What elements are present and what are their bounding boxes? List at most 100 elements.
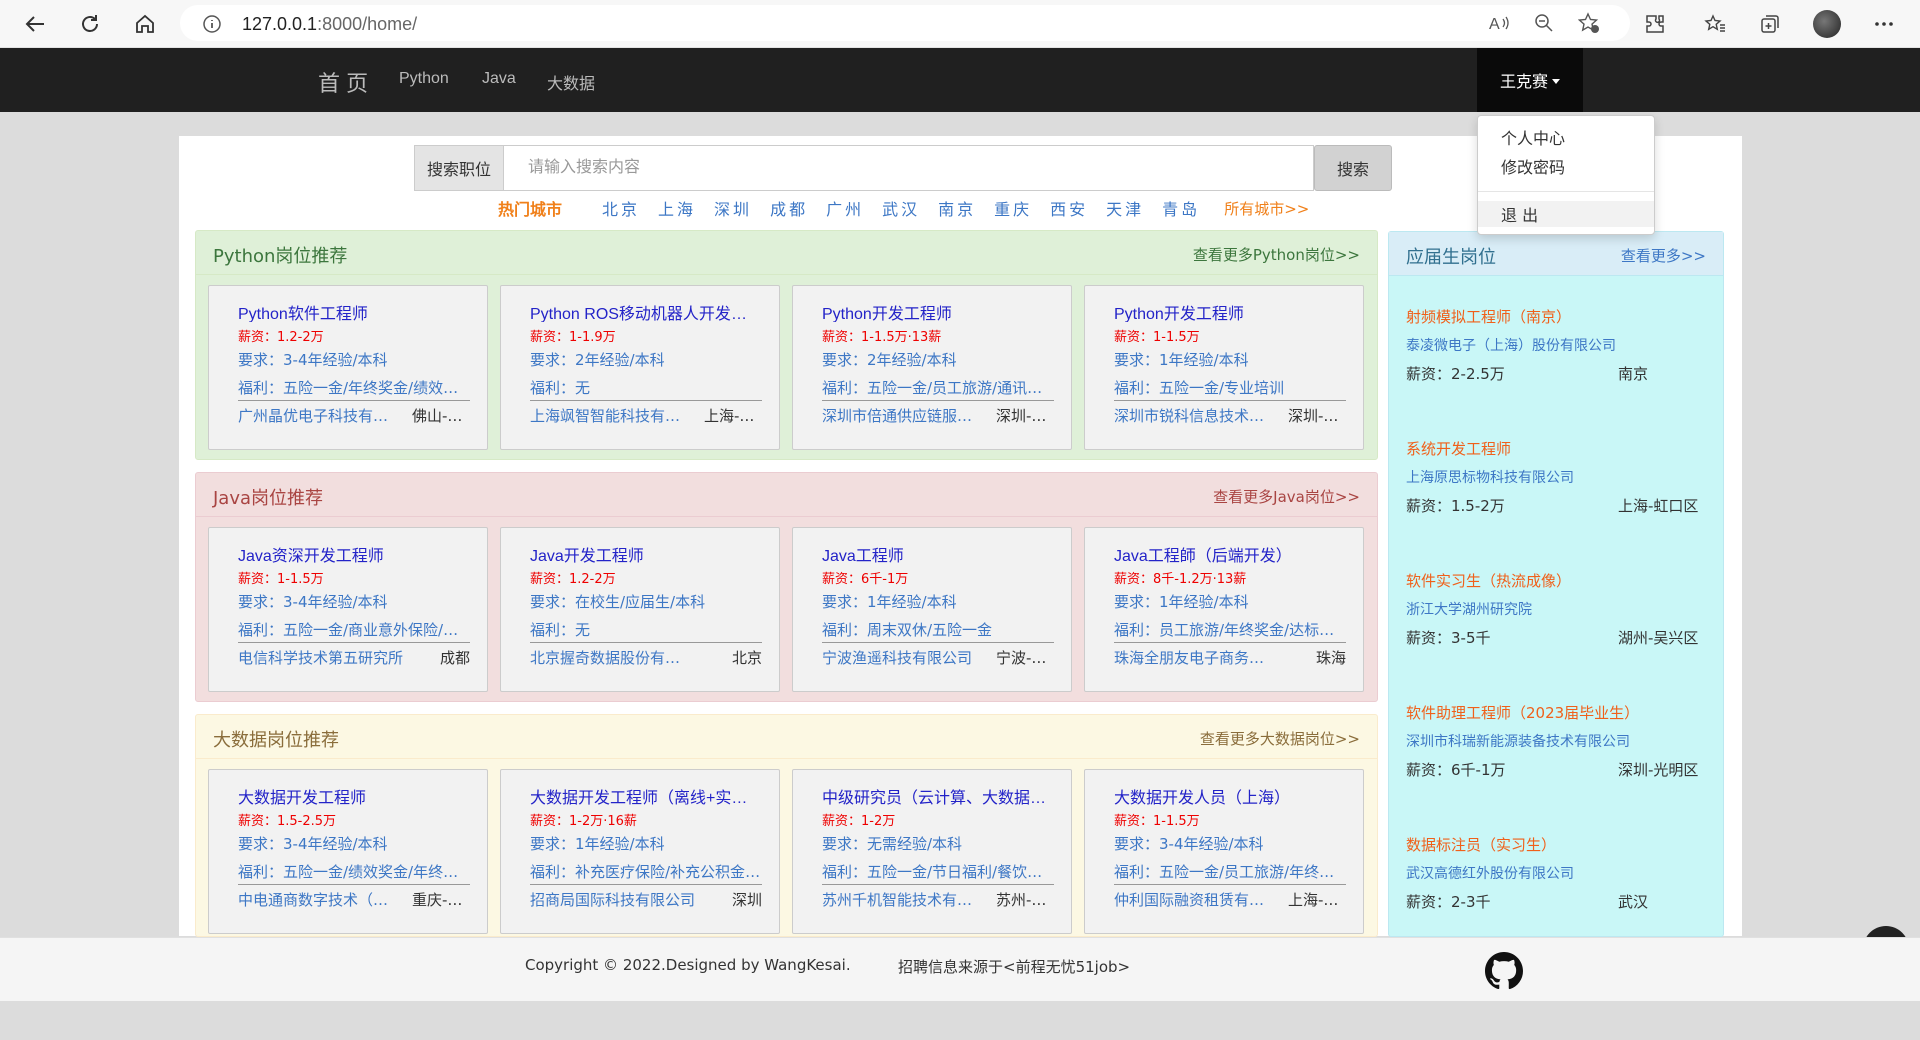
job-company[interactable]: 泰凌微电子（上海）股份有限公司 [1406, 335, 1708, 355]
city-link[interactable]: 重庆 [994, 196, 1032, 220]
job-company[interactable]: 珠海全朋友电子商务有限公司 [1114, 647, 1279, 668]
job-card[interactable]: Python ROS移动机器人开发工程师 薪资：1-1.9万 要求：2年经验/本… [500, 285, 780, 450]
user-menu-button[interactable]: 王克赛 [1477, 48, 1583, 112]
nav-home-link[interactable]: 首 页 [318, 66, 368, 98]
job-company[interactable]: 仲利国际融资租赁有限公司 [1114, 889, 1279, 910]
job-card[interactable]: Java资深开发工程师 薪资：1-1.5万 要求：3-4年经验/本科 福利：五险… [208, 527, 488, 692]
job-title[interactable]: Python开发工程师 [822, 300, 1054, 322]
job-card[interactable]: 中级研究员（云计算、大数据方向） 薪资：1-2万 要求：无需经验/本科 福利：五… [792, 769, 1072, 934]
city-link[interactable]: 成都 [770, 196, 808, 220]
job-requirement: 要求：3-4年经验/本科 [238, 351, 388, 369]
job-city: 深圳 [731, 891, 762, 909]
more-python-link[interactable]: 查看更多Python岗位>> [1193, 244, 1360, 265]
job-card[interactable]: 大数据开发工程师（离线+实时） 薪资：1-2万·16薪 要求：1年经验/本科 福… [500, 769, 780, 934]
job-city: 佛山-顺德区 [412, 407, 470, 425]
read-aloud-icon[interactable]: A [1485, 9, 1513, 37]
city-link[interactable]: 南京 [938, 196, 976, 220]
job-title[interactable]: 大数据开发工程师（离线+实时） [530, 784, 762, 806]
job-title[interactable]: 系统开发工程师 [1406, 438, 1708, 459]
city-link[interactable]: 北京 [602, 196, 640, 220]
job-company[interactable]: 苏州千机智能技术有限公司 [822, 889, 987, 910]
city-link[interactable]: 上海 [658, 196, 696, 220]
home-icon[interactable] [129, 8, 161, 40]
site-info-icon[interactable] [202, 14, 222, 38]
job-company[interactable]: 广州晶优电子科技有限公司 [238, 405, 403, 426]
job-card[interactable]: Python软件工程师 薪资：1.2-2万 要求：3-4年经验/本科 福利：五险… [208, 285, 488, 450]
nav-link-python[interactable]: Python [399, 70, 449, 88]
job-card[interactable]: 大数据开发人员（上海） 薪资：1-1.5万 要求：3-4年经验/本科 福利：五险… [1084, 769, 1364, 934]
collections-icon[interactable] [1756, 10, 1784, 38]
job-title[interactable]: Python ROS移动机器人开发工程师 [530, 300, 762, 322]
job-city: 重庆-渝北区 [412, 891, 470, 909]
job-city: 上海-浦东新区 [704, 407, 762, 425]
zoom-icon[interactable] [1530, 9, 1558, 37]
extensions-icon[interactable] [1641, 10, 1669, 38]
more-menu-icon[interactable] [1870, 10, 1898, 38]
job-company[interactable]: 宁波渔遥科技有限公司 [822, 647, 987, 668]
job-company[interactable]: 上海飒智智能科技有限公司 [530, 405, 695, 426]
job-salary: 薪资：1.5-2.5万 [238, 814, 337, 828]
job-salary: 薪资：2-3千 [1406, 893, 1491, 911]
panel-title: Java岗位推荐 [213, 488, 324, 509]
job-title[interactable]: Java工程师 [822, 542, 1054, 564]
job-card[interactable]: Python开发工程师 薪资：1-1.5万·13薪 要求：2年经验/本科 福利：… [792, 285, 1072, 450]
job-title[interactable]: 大数据开发人员（上海） [1114, 784, 1346, 806]
job-title[interactable]: Python开发工程师 [1114, 300, 1346, 322]
nav-link-java[interactable]: Java [482, 70, 516, 88]
more-bigdata-link[interactable]: 查看更多大数据岗位>> [1200, 728, 1360, 749]
job-company[interactable]: 招商局国际科技有限公司 [530, 889, 695, 910]
job-title[interactable]: 软件实习生（热流成像） [1406, 570, 1708, 591]
job-requirement: 要求：1年经验/本科 [1114, 351, 1249, 369]
job-city: 深圳-福田区 [1288, 407, 1346, 425]
job-title[interactable]: Python软件工程师 [238, 300, 470, 322]
job-title[interactable]: 中级研究员（云计算、大数据方向） [822, 784, 1054, 806]
job-company[interactable]: 电信科学技术第五研究所 [238, 647, 403, 668]
job-company[interactable]: 中电通商数字技术（重庆）有限公司 [238, 889, 403, 910]
address-bar[interactable]: 127.0.0.1:8000/home/ A [180, 5, 1630, 41]
reload-icon[interactable] [74, 8, 106, 40]
job-company[interactable]: 武汉高德红外股份有限公司 [1406, 863, 1708, 883]
all-cities-link[interactable]: 所有城市>> [1224, 198, 1309, 219]
job-card[interactable]: Java工程師（后端开发） 薪资：8千-1.2万·13薪 要求：1年经验/本科 … [1084, 527, 1364, 692]
job-company[interactable]: 深圳市倍通供应链服务有限公司 [822, 405, 987, 426]
job-title[interactable]: Java工程師（后端开发） [1114, 542, 1346, 564]
job-company[interactable]: 深圳市锐科信息技术有限公司 [1114, 405, 1279, 426]
nav-link-bigdata[interactable]: 大数据 [547, 70, 595, 94]
menu-item-logout[interactable]: 退 出 [1478, 201, 1654, 227]
job-title[interactable]: Java资深开发工程师 [238, 542, 470, 564]
job-title[interactable]: 数据标注员（实习生） [1406, 834, 1708, 855]
job-title[interactable]: 大数据开发工程师 [238, 784, 470, 806]
city-link[interactable]: 天津 [1106, 196, 1144, 220]
city-link[interactable]: 青岛 [1162, 196, 1200, 220]
job-title[interactable]: Java开发工程师 [530, 542, 762, 564]
job-city: 湖州-吴兴区 [1618, 629, 1699, 647]
job-title[interactable]: 射频模拟工程师（南京） [1406, 306, 1708, 327]
search-button[interactable]: 搜索 [1314, 145, 1392, 191]
favorites-icon[interactable] [1701, 10, 1729, 38]
profile-avatar-icon[interactable] [1813, 10, 1841, 38]
job-company[interactable]: 深圳市科瑞新能源装备技术有限公司 [1406, 731, 1708, 751]
job-company[interactable]: 浙江大学湖州研究院 [1406, 599, 1708, 619]
job-card[interactable]: Java工程师 薪资：6千-1万 要求：1年经验/本科 福利：周末双休/五险一金… [792, 527, 1072, 692]
job-salary: 薪资：1-2万 [822, 814, 896, 828]
job-title[interactable]: 软件助理工程师（2023届毕业生） [1406, 702, 1708, 723]
github-icon[interactable] [1485, 952, 1523, 994]
city-link[interactable]: 西安 [1050, 196, 1088, 220]
job-card[interactable]: Java开发工程师 薪资：1.2-2万 要求：在校生/应届生/本科 福利：无 北… [500, 527, 780, 692]
job-company[interactable]: 北京握奇数据股份有限公司 [530, 647, 695, 668]
city-link[interactable]: 武汉 [882, 196, 920, 220]
job-city: 成都 [439, 649, 470, 667]
job-card[interactable]: Python开发工程师 薪资：1-1.5万 要求：1年经验/本科 福利：五险一金… [1084, 285, 1364, 450]
job-salary: 薪资：1-1.9万 [530, 330, 616, 344]
more-java-link[interactable]: 查看更多Java岗位>> [1213, 486, 1360, 507]
job-card[interactable]: 大数据开发工程师 薪资：1.5-2.5万 要求：3-4年经验/本科 福利：五险一… [208, 769, 488, 934]
back-icon[interactable] [19, 8, 51, 40]
menu-item-profile[interactable]: 个人中心 [1478, 124, 1654, 150]
search-input[interactable] [504, 145, 1314, 191]
city-link[interactable]: 广州 [826, 196, 864, 220]
city-link[interactable]: 深圳 [714, 196, 752, 220]
favorite-add-icon[interactable] [1575, 9, 1603, 37]
job-company[interactable]: 上海原思标物科技有限公司 [1406, 467, 1708, 487]
more-graduate-link[interactable]: 查看更多>> [1621, 245, 1706, 266]
menu-item-change-password[interactable]: 修改密码 [1478, 153, 1654, 179]
